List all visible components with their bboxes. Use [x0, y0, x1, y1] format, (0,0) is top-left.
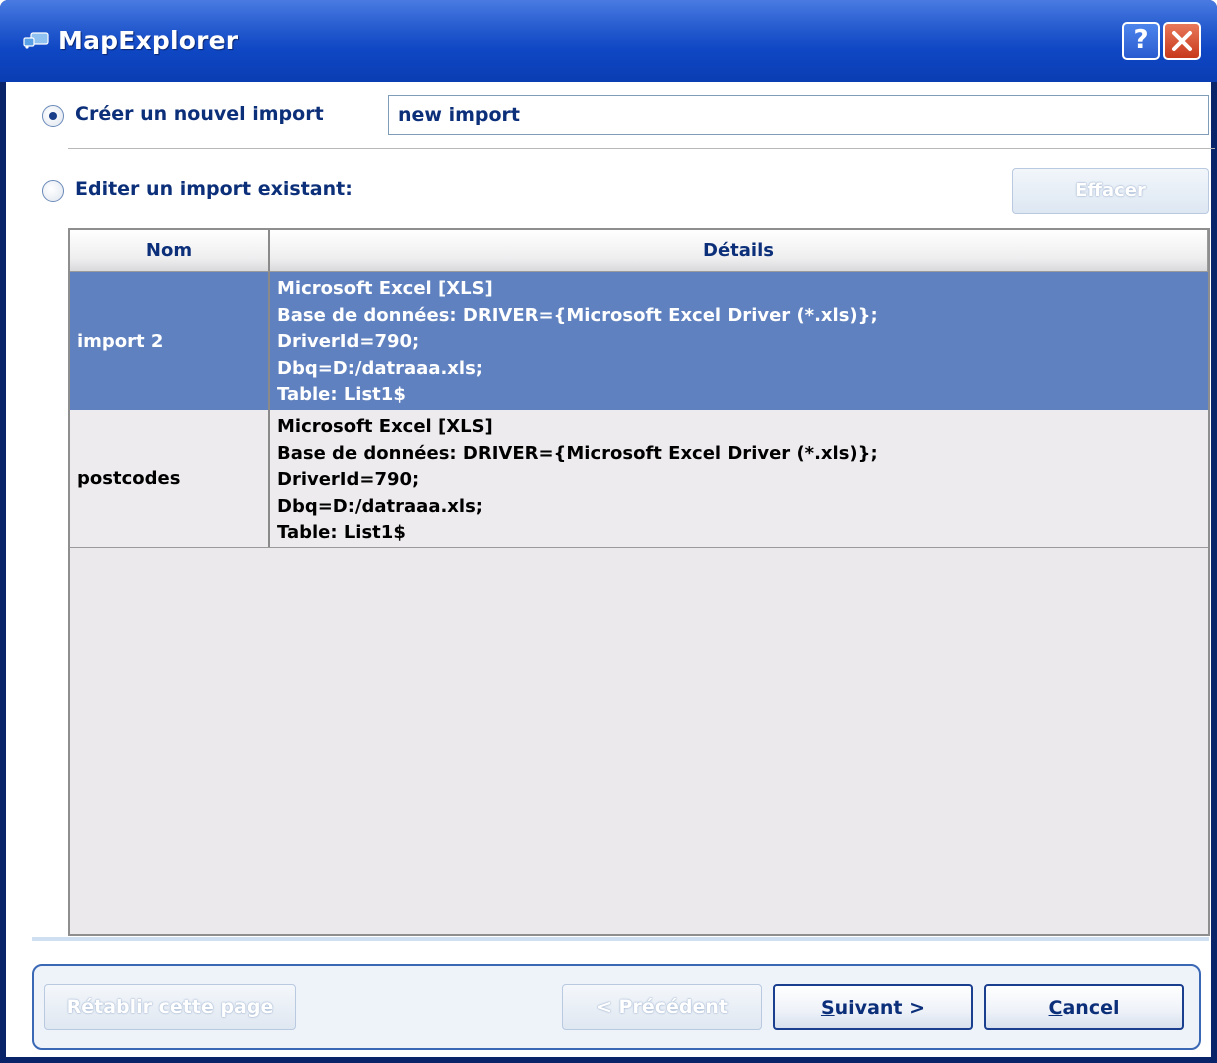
detail-line: Base de données: DRIVER={Microsoft Excel…: [277, 442, 878, 464]
window-title: MapExplorer: [58, 26, 239, 55]
row-details: Microsoft Excel [XLS] Base de données: D…: [272, 410, 1208, 547]
detail-line: Table: List1$: [277, 384, 406, 405]
dialog-body: Créer un nouvel import Editer un import …: [6, 82, 1215, 1057]
radio-selected-dot: [49, 112, 57, 120]
mapexplorer-window: MapExplorer ? Créer un nouvel import Edi…: [0, 0, 1217, 1063]
create-import-radio[interactable]: [42, 105, 64, 127]
import-name-input[interactable]: [388, 95, 1209, 135]
detail-line: Dbq=D:/datraaa.xls;: [277, 495, 483, 517]
detail-line: Microsoft Excel [XLS]: [277, 278, 493, 299]
close-icon: [1172, 31, 1192, 51]
next-button[interactable]: Suivant >: [773, 984, 973, 1030]
separator: [68, 148, 1215, 149]
table-row[interactable]: import 2 Microsoft Excel [XLS] Base de d…: [70, 272, 1208, 410]
edit-import-label: Editer un import existant:: [75, 178, 353, 200]
detail-line: Microsoft Excel [XLS]: [277, 416, 493, 437]
table-header: Nom Détails: [70, 230, 1208, 272]
delete-button[interactable]: Effacer: [1012, 168, 1209, 214]
table-row[interactable]: postcodes Microsoft Excel [XLS] Base de …: [70, 410, 1208, 548]
close-button[interactable]: [1163, 22, 1201, 60]
row-name: import 2: [70, 272, 270, 410]
detail-line: Base de données: DRIVER={Microsoft Excel…: [277, 304, 878, 326]
imports-table[interactable]: Nom Détails import 2 Microsoft Excel [XL…: [68, 228, 1210, 936]
detail-line: Dbq=D:/datraaa.xls;: [277, 357, 483, 379]
row-details: Microsoft Excel [XLS] Base de données: D…: [272, 272, 1208, 410]
detail-line: Table: List1$: [277, 522, 406, 543]
column-header-details[interactable]: Détails: [270, 230, 1208, 272]
edit-import-radio[interactable]: [42, 180, 64, 202]
row-name: postcodes: [70, 410, 270, 547]
wizard-button-bar: Rétablir cette page < Précédent Suivant …: [32, 964, 1201, 1050]
create-import-label: Créer un nouvel import: [75, 103, 324, 125]
import-selection-panel: Créer un nouvel import Editer un import …: [32, 82, 1215, 942]
title-bar[interactable]: MapExplorer ?: [0, 0, 1217, 82]
previous-button[interactable]: < Précédent: [562, 984, 762, 1030]
detail-line: DriverId=790;: [277, 469, 420, 490]
panel-bottom-edge: [32, 937, 1209, 941]
reset-page-button[interactable]: Rétablir cette page: [44, 984, 296, 1030]
help-button[interactable]: ?: [1122, 22, 1160, 60]
app-icon: [23, 32, 49, 49]
cancel-button[interactable]: Cancel: [984, 984, 1184, 1030]
detail-line: DriverId=790;: [277, 331, 420, 352]
column-header-name[interactable]: Nom: [70, 230, 270, 272]
